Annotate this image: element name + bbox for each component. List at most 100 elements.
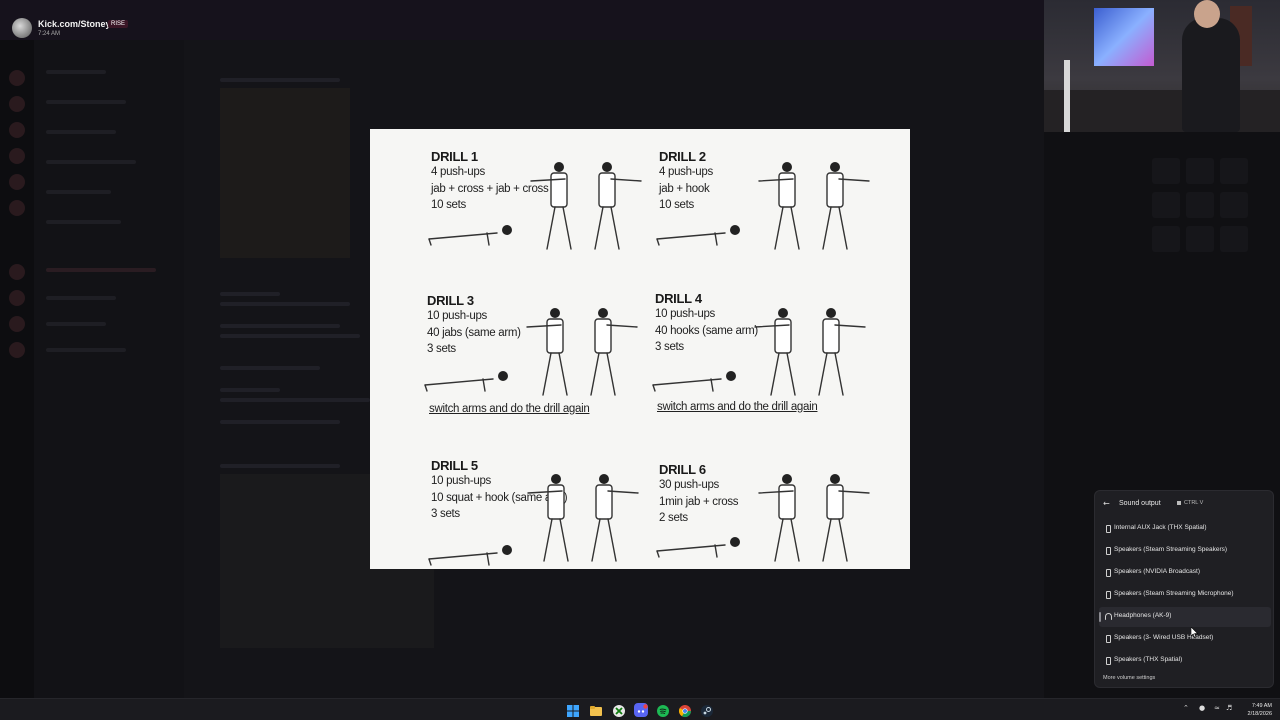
server-icon[interactable] [9,96,25,112]
speaker-icon [1106,591,1111,599]
server-icon[interactable] [9,316,25,332]
volume-icon[interactable]: ♬ [1226,704,1232,712]
boxer-illustration [428,474,639,566]
channel-avatar[interactable] [12,18,32,38]
channel-item[interactable] [46,322,106,326]
chat-message [220,398,370,402]
sound-device-item[interactable]: Speakers (Steam Streaming Microphone) [1099,585,1271,605]
sound-device-item[interactable]: Speakers (THX Spatial) [1099,651,1271,671]
chat-message [220,464,340,468]
server-icon[interactable] [9,342,25,358]
cam-head [1194,0,1220,28]
server-icon[interactable] [9,174,25,190]
server-icon[interactable] [9,200,25,216]
chat-message [220,78,340,82]
speaker-icon [1106,569,1111,577]
cam-desk [1044,90,1280,132]
channel-item[interactable] [46,190,111,194]
chat-image[interactable] [220,88,350,258]
spotify-icon[interactable] [656,703,670,717]
sound-device-item[interactable]: Speakers (3- Wired USB Headset) [1099,629,1271,649]
mouse-cursor-icon [1191,627,1199,638]
chat-message [220,366,320,370]
channel-item[interactable] [46,348,126,352]
chat-message [220,420,340,424]
webcam-feed [1044,0,1280,132]
chat-message [220,302,350,306]
chat-message [220,324,340,328]
grid-tile[interactable] [1186,192,1214,218]
grid-tile[interactable] [1152,226,1180,252]
system-clock[interactable]: 7:49 AM 2/18/2026 [1240,702,1272,718]
boxer-illustration [428,162,642,250]
grid-tile[interactable] [1220,158,1248,184]
cam-stand [1064,60,1070,132]
discord-icon[interactable] [634,703,648,717]
server-icon[interactable] [9,290,25,306]
channel-item[interactable] [46,130,116,134]
header-time: 7:24 AM [38,31,61,37]
server-icon[interactable] [9,70,25,86]
server-icon[interactable] [9,122,25,138]
grid-tile[interactable] [1220,192,1248,218]
sound-device-item[interactable]: Speakers (NVIDIA Broadcast) [1099,563,1271,583]
sound-output-header: ← Sound output CTRL V [1103,499,1267,513]
boxer-illustration [656,474,870,562]
sound-device-label: Headphones (AK-9) [1114,612,1172,619]
chat-message [220,388,280,392]
channel-title[interactable]: Kick.com/Stoney... [38,19,117,29]
cam-monitor [1094,8,1154,66]
clock-date: 2/18/2026 [1247,711,1272,717]
sound-device-label: Speakers (Steam Streaming Speakers) [1114,546,1228,553]
hotkey-hint: CTRL V [1177,500,1203,506]
speaker-icon [1106,635,1111,643]
channel-item[interactable] [46,160,136,164]
selected-indicator [1099,612,1101,622]
clock-time: 7:49 AM [1251,703,1272,709]
boxer-illustration [656,162,870,250]
live-badge: RISE [108,20,129,28]
boxer-illustration [652,308,866,396]
grid-tile[interactable] [1186,158,1214,184]
server-icon[interactable] [9,148,25,164]
channel-item[interactable] [46,100,126,104]
speaker-icon [1106,547,1111,555]
channel-item[interactable] [46,268,156,272]
cam-person [1182,18,1240,132]
sound-output-title: Sound output [1119,500,1161,507]
server-rail[interactable] [0,40,34,698]
speaker-icon [1106,657,1111,665]
grid-tile[interactable] [1220,226,1248,252]
sound-device-item[interactable]: Headphones (AK-9) [1099,607,1271,627]
sound-output-panel: ← Sound output CTRL V Internal AUX Jack … [1094,490,1274,688]
chat-message [220,292,280,296]
drill-image: DRILL 14 push-ups jab + cross + jab + cro… [370,129,910,569]
screen: Kick.com/Stoney... RISE 7:24 AM DRILL 14… [0,0,1280,720]
file-explorer-icon[interactable] [589,703,603,717]
chevron-up-icon[interactable]: ⌃ [1183,704,1189,712]
back-arrow-icon[interactable]: ← [1103,499,1110,508]
hotkey-text: CTRL V [1184,500,1204,506]
sound-device-item[interactable]: Internal AUX Jack (THX Spatial) [1099,519,1271,539]
sound-device-label: Speakers (NVIDIA Broadcast) [1114,568,1200,575]
microphone-icon[interactable]: ● [1199,704,1205,712]
channel-list [34,40,184,698]
channel-item[interactable] [46,70,106,74]
boxer-illustration [424,308,638,396]
channel-item[interactable] [46,220,121,224]
server-icon[interactable] [9,264,25,280]
channel-item[interactable] [46,296,116,300]
grid-tile[interactable] [1152,158,1180,184]
windows-start-icon[interactable] [566,703,580,717]
chrome-icon[interactable] [678,703,692,718]
grid-tile[interactable] [1186,226,1214,252]
sound-device-label: Internal AUX Jack (THX Spatial) [1114,524,1207,531]
more-volume-settings-link[interactable]: More volume settings [1103,675,1155,681]
sound-device-item[interactable]: Speakers (Steam Streaming Speakers) [1099,541,1271,561]
wifi-icon[interactable]: ≈ [1214,704,1220,712]
xbox-icon[interactable] [612,703,626,717]
grid-tile[interactable] [1152,192,1180,218]
drill-title: DRILL 4 [655,291,702,306]
speaker-icon [1106,525,1111,533]
steam-icon[interactable] [700,703,714,717]
